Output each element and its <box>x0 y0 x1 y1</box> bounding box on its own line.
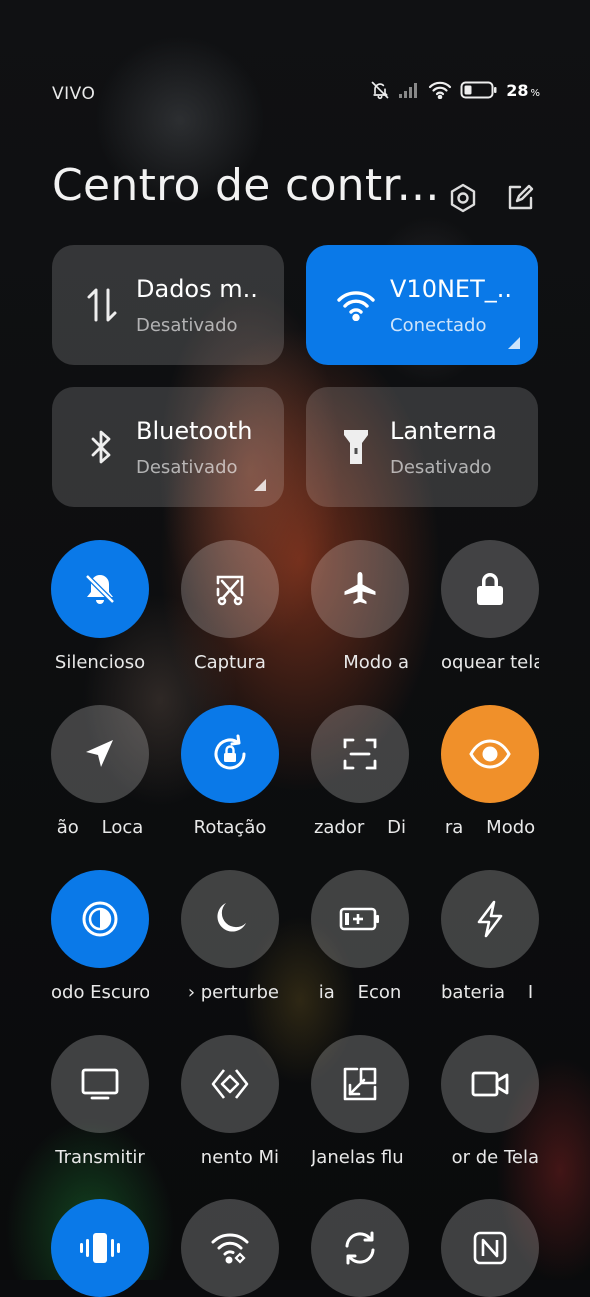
monitor-icon <box>81 1068 119 1100</box>
location-icon <box>86 740 113 767</box>
expand-corner-icon[interactable] <box>254 479 266 491</box>
dark-mode-icon <box>82 901 118 937</box>
scanner-label: zador Di <box>313 817 407 838</box>
flashlight-tile[interactable]: Lanterna Desativado <box>306 387 538 507</box>
bluetooth-status: Desativado <box>136 457 238 478</box>
battery-saver-toggle[interactable] <box>311 870 409 968</box>
lock-icon <box>477 573 503 605</box>
performance-label: bateria I <box>441 982 534 1003</box>
mobile-data-label: Dados m.. <box>136 275 258 303</box>
bluetooth-tile[interactable]: Bluetooth Desativado <box>52 387 284 507</box>
lightning-icon <box>477 900 503 938</box>
silent-label: Silencioso <box>54 652 146 673</box>
status-icons: 28% <box>370 80 540 100</box>
flashlight-label: Lanterna <box>390 417 497 445</box>
signal-icon <box>399 83 418 98</box>
wifi-status: Conectado <box>390 315 487 336</box>
floating-windows-toggle[interactable] <box>311 1035 409 1133</box>
battery-icon <box>460 81 497 99</box>
scanner-toggle[interactable] <box>311 705 409 803</box>
eye-icon <box>469 739 511 769</box>
do-not-disturb-label: › perturbe <box>187 982 279 1003</box>
bluetooth-icon <box>82 427 122 467</box>
floating-window-icon <box>343 1067 377 1101</box>
edit-icon[interactable] <box>502 180 538 216</box>
screen-recorder-label: or de Tela <box>451 1147 539 1168</box>
performance-toggle[interactable] <box>441 870 539 968</box>
page-title: Centro de contr... <box>52 160 440 211</box>
screenshot-toggle[interactable] <box>181 540 279 638</box>
rotation-lock-icon <box>214 734 246 770</box>
silent-toggle[interactable] <box>51 540 149 638</box>
carrier-name: VIVO <box>52 84 96 104</box>
screen-recorder-toggle[interactable] <box>441 1035 539 1133</box>
silent-bell-icon <box>85 574 115 604</box>
wifi-tile[interactable]: V10NET_.. Conectado <box>306 245 538 365</box>
nfc-toggle[interactable] <box>441 1199 539 1297</box>
screenshot-icon <box>216 575 244 606</box>
rotation-toggle[interactable] <box>181 705 279 803</box>
battery-saver-icon <box>339 907 379 931</box>
wifi-share-toggle[interactable] <box>181 1199 279 1297</box>
dark-mode-label: odo Escuro <box>51 982 149 1003</box>
nfc-icon <box>473 1231 507 1265</box>
screenshot-label: Captura <box>194 652 266 673</box>
battery-percentage: 28% <box>506 80 540 100</box>
reading-mode-label: ra Modo <box>444 817 536 838</box>
cast-toggle[interactable] <box>51 1035 149 1133</box>
wifi-network-name: V10NET_.. <box>390 275 512 303</box>
screen-recorder-icon <box>471 1071 509 1097</box>
flashlight-status: Desativado <box>390 457 492 478</box>
mi-share-icon <box>211 1069 249 1099</box>
sync-icon <box>345 1231 375 1265</box>
moon-icon <box>217 903 246 932</box>
airplane-label: Modo a <box>343 652 409 673</box>
do-not-disturb-toggle[interactable] <box>181 870 279 968</box>
dark-mode-toggle[interactable] <box>51 870 149 968</box>
lock-screen-toggle[interactable] <box>441 540 539 638</box>
wifi-icon <box>429 81 452 99</box>
control-center: VIVO 28% Centro de contr... Dados m.. De… <box>0 0 590 1297</box>
mi-share-toggle[interactable] <box>181 1035 279 1133</box>
airplane-toggle[interactable] <box>311 540 409 638</box>
airplane-icon <box>344 572 376 604</box>
battery-saver-label: ia Econ <box>318 982 402 1003</box>
expand-corner-icon[interactable] <box>508 337 520 349</box>
sync-toggle[interactable] <box>311 1199 409 1297</box>
mi-share-label: nento Mi <box>200 1147 279 1168</box>
rotation-label: Rotação <box>193 817 267 838</box>
wifi-share-icon <box>211 1233 249 1264</box>
location-label: ão Loca <box>56 817 144 838</box>
location-toggle[interactable] <box>51 705 149 803</box>
reading-mode-toggle[interactable] <box>441 705 539 803</box>
mute-bell-icon <box>371 81 389 100</box>
cast-label: Transmitir <box>55 1147 145 1168</box>
vibrate-toggle[interactable] <box>51 1199 149 1297</box>
lock-screen-label: oquear tela <box>441 652 539 673</box>
mobile-data-tile[interactable]: Dados m.. Desativado <box>52 245 284 365</box>
bluetooth-label: Bluetooth <box>136 417 253 445</box>
mobile-data-icon <box>82 285 122 325</box>
mobile-data-status: Desativado <box>136 315 238 336</box>
floating-windows-label: Janelas flu <box>311 1147 404 1168</box>
flashlight-icon <box>336 427 376 467</box>
wifi-icon <box>336 285 376 325</box>
vibrate-icon <box>80 1233 120 1263</box>
scanner-icon <box>343 738 377 770</box>
settings-icon[interactable] <box>445 180 481 216</box>
